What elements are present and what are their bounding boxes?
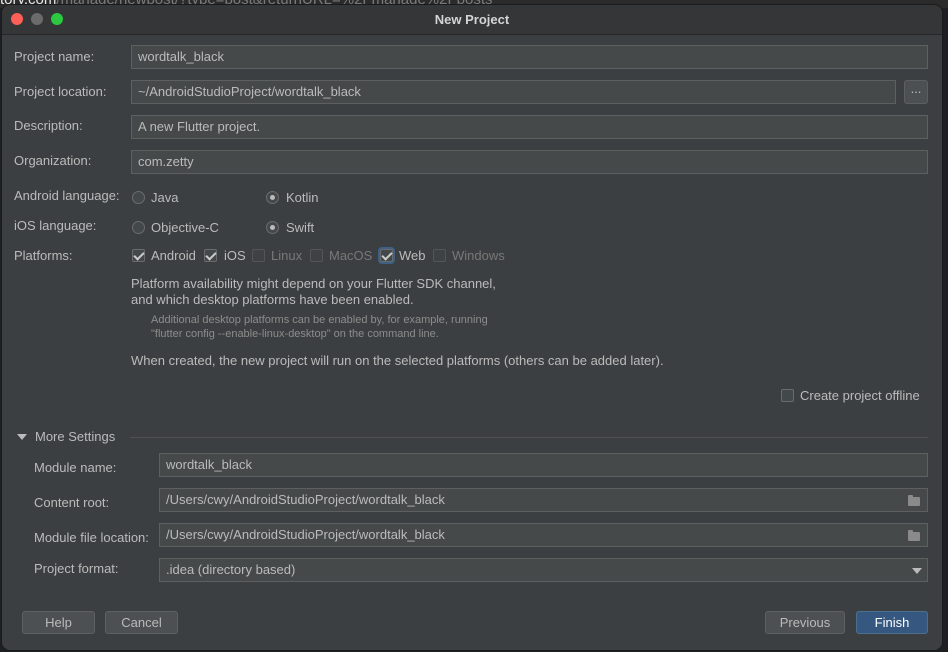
- platform-macos-checkbox[interactable]: [310, 249, 323, 262]
- new-project-dialog: New Project Project name: wordtalk_black…: [1, 4, 943, 651]
- project-location-input[interactable]: ~/AndroidStudioProject/wordtalk_black: [131, 80, 896, 104]
- dialog-title: New Project: [434, 12, 510, 27]
- project-name-label: Project name:: [14, 49, 95, 64]
- organization-input[interactable]: com.zetty: [131, 150, 928, 174]
- platform-hint-line1: Additional desktop platforms can be enab…: [151, 314, 488, 326]
- project-format-select[interactable]: .idea (directory based): [159, 558, 928, 582]
- title-bar: New Project: [2, 5, 942, 35]
- platform-note-line1: Platform availability might depend on yo…: [131, 276, 496, 291]
- platform-ios-label: iOS: [224, 248, 246, 263]
- objective-c-radio-label: Objective-C: [151, 220, 219, 235]
- folder-icon[interactable]: [908, 530, 920, 541]
- cancel-button[interactable]: Cancel: [105, 611, 178, 634]
- platform-android-label: Android: [151, 248, 196, 263]
- platform-ios-checkbox[interactable]: [204, 249, 217, 262]
- created-note: When created, the new project will run o…: [131, 353, 664, 368]
- browse-location-button[interactable]: ...: [904, 80, 928, 104]
- kotlin-radio-label: Kotlin: [286, 190, 319, 205]
- platform-linux-label: Linux: [271, 248, 303, 263]
- module-name-label: Module name:: [34, 460, 117, 475]
- chevron-down-icon: [17, 434, 27, 440]
- project-name-input[interactable]: wordtalk_black: [131, 45, 928, 69]
- platform-macos-label: MacOS: [329, 248, 373, 263]
- platform-note-line2: and which desktop platforms have been en…: [131, 292, 414, 307]
- swift-radio[interactable]: [266, 221, 279, 234]
- folder-icon[interactable]: [908, 495, 920, 506]
- platform-android-checkbox[interactable]: [132, 249, 145, 262]
- platform-windows-label: Windows: [452, 248, 505, 263]
- java-radio[interactable]: [132, 191, 145, 204]
- android-language-label: Android language:: [14, 188, 120, 203]
- platform-linux-checkbox[interactable]: [252, 249, 265, 262]
- help-button[interactable]: Help: [22, 611, 95, 634]
- organization-label: Organization:: [14, 153, 92, 168]
- chevron-down-icon: [912, 568, 922, 574]
- platform-windows-checkbox[interactable]: [433, 249, 446, 262]
- create-offline-label: Create project offline: [800, 388, 920, 403]
- more-settings-toggle[interactable]: More Settings: [16, 429, 126, 447]
- project-location-label: Project location:: [14, 84, 107, 99]
- more-settings-divider: [130, 437, 928, 438]
- content-root-label: Content root:: [34, 495, 110, 510]
- module-file-location-label: Module file location:: [34, 530, 149, 545]
- kotlin-radio[interactable]: [266, 191, 279, 204]
- swift-radio-label: Swift: [286, 220, 315, 235]
- create-offline-checkbox[interactable]: [781, 389, 794, 402]
- project-format-label: Project format:: [34, 561, 119, 576]
- platform-web-label: Web: [399, 248, 426, 263]
- finish-button[interactable]: Finish: [856, 611, 928, 634]
- description-label: Description:: [14, 118, 83, 133]
- platform-web-checkbox[interactable]: [380, 249, 393, 262]
- more-settings-label: More Settings: [35, 429, 116, 444]
- content-root-input[interactable]: /Users/cwy/AndroidStudioProject/wordtalk…: [159, 488, 928, 512]
- module-name-input[interactable]: wordtalk_black: [159, 453, 928, 477]
- previous-button[interactable]: Previous: [765, 611, 845, 634]
- platforms-label: Platforms:: [14, 248, 73, 263]
- platform-hint-line2: "flutter config --enable-linux-desktop" …: [151, 328, 439, 340]
- objective-c-radio[interactable]: [132, 221, 145, 234]
- description-input[interactable]: A new Flutter project.: [131, 115, 928, 139]
- java-radio-label: Java: [151, 190, 179, 205]
- module-file-location-input[interactable]: /Users/cwy/AndroidStudioProject/wordtalk…: [159, 523, 928, 547]
- ios-language-label: iOS language:: [14, 218, 97, 233]
